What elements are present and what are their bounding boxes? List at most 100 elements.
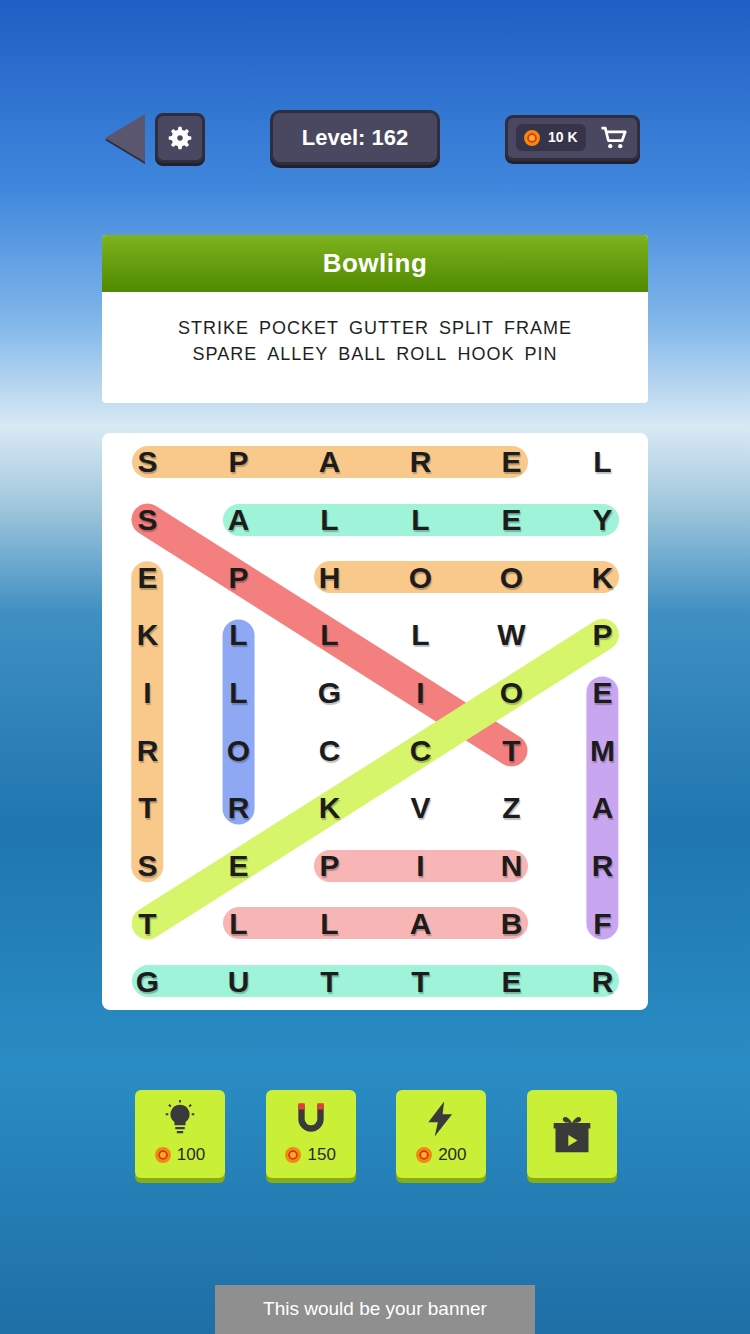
grid-letter[interactable]: R: [557, 837, 648, 895]
grid-letter[interactable]: I: [102, 664, 193, 722]
grid-letter[interactable]: T: [375, 952, 466, 1010]
word-list-card: BowlingSTRIKEPOCKETGUTTERSPLITFRAMESPARE…: [102, 235, 648, 403]
target-word: SPARE: [193, 342, 258, 366]
letter-grid-board: SPARELSALLEYEPHOOKKLLLWPILGIOEROCCTMTRKV…: [102, 433, 648, 1010]
grid-letter[interactable]: E: [557, 664, 648, 722]
grid-letter[interactable]: R: [557, 952, 648, 1010]
magnet-button[interactable]: 150: [266, 1090, 356, 1178]
letter-grid: SPARELSALLEYEPHOOKKLLLWPILGIOEROCCTMTRKV…: [102, 433, 648, 1010]
target-word: SPLIT: [439, 316, 494, 340]
power-up-cost: 100: [155, 1142, 205, 1168]
grid-letter[interactable]: H: [284, 548, 375, 606]
coin-icon: [416, 1147, 432, 1163]
grid-letter[interactable]: O: [466, 664, 557, 722]
magnet-icon: [292, 1100, 330, 1138]
grid-letter[interactable]: L: [284, 606, 375, 664]
grid-letter[interactable]: L: [284, 491, 375, 549]
grid-letter[interactable]: L: [557, 433, 648, 491]
category-title: Bowling: [102, 235, 648, 292]
settings-button[interactable]: [155, 113, 205, 163]
grid-letter[interactable]: E: [466, 952, 557, 1010]
target-word: ROLL: [396, 342, 447, 366]
grid-letter[interactable]: R: [102, 721, 193, 779]
word-list-line: SPAREALLEYBALLROLLHOOKPIN: [193, 342, 558, 366]
grid-letter[interactable]: L: [375, 606, 466, 664]
target-word: POCKET: [259, 316, 339, 340]
video-button[interactable]: [527, 1090, 617, 1178]
target-word: HOOK: [457, 342, 514, 366]
grid-letter[interactable]: N: [466, 837, 557, 895]
grid-letter[interactable]: I: [375, 664, 466, 722]
grid-letter[interactable]: L: [375, 491, 466, 549]
grid-letter[interactable]: L: [193, 664, 284, 722]
grid-letter[interactable]: L: [193, 895, 284, 953]
grid-letter[interactable]: C: [284, 721, 375, 779]
grid-letter[interactable]: T: [102, 779, 193, 837]
found-word-highlight: [132, 561, 164, 882]
grid-letter[interactable]: W: [466, 606, 557, 664]
grid-letter[interactable]: B: [466, 895, 557, 953]
grid-letter[interactable]: T: [466, 721, 557, 779]
grid-letter[interactable]: V: [375, 779, 466, 837]
grid-letter[interactable]: T: [102, 895, 193, 953]
grid-letter[interactable]: R: [375, 433, 466, 491]
grid-letter[interactable]: K: [102, 606, 193, 664]
grid-letter[interactable]: G: [102, 952, 193, 1010]
found-word-highlight: [223, 907, 528, 939]
power-up-cost: 150: [285, 1142, 335, 1168]
target-word: FRAME: [504, 316, 572, 340]
word-list-line: STRIKEPOCKETGUTTERSPLITFRAME: [178, 316, 572, 340]
grid-letter[interactable]: K: [557, 548, 648, 606]
power-up-bar: 100 150 200: [0, 1090, 750, 1178]
grid-letter[interactable]: A: [557, 779, 648, 837]
grid-letter[interactable]: F: [557, 895, 648, 953]
coin-shop-button[interactable]: 10 K: [505, 115, 640, 161]
cost-amount: 150: [307, 1142, 335, 1168]
bolt-button[interactable]: 200: [396, 1090, 486, 1178]
ad-banner[interactable]: This would be your banner: [215, 1285, 535, 1334]
top-bar: Level: 162 10 K: [0, 110, 750, 165]
found-word-highlight: [314, 561, 619, 593]
grid-letter[interactable]: P: [557, 606, 648, 664]
grid-letter[interactable]: A: [284, 433, 375, 491]
back-arrow-icon[interactable]: [105, 114, 145, 162]
grid-letter[interactable]: L: [284, 895, 375, 953]
grid-letter[interactable]: R: [193, 779, 284, 837]
grid-letter[interactable]: O: [375, 548, 466, 606]
video-icon: [550, 1112, 594, 1156]
grid-letter[interactable]: S: [102, 433, 193, 491]
grid-letter[interactable]: E: [193, 837, 284, 895]
grid-letter[interactable]: A: [375, 895, 466, 953]
grid-letter[interactable]: T: [284, 952, 375, 1010]
found-highlights: [102, 433, 648, 1010]
grid-letter[interactable]: P: [284, 837, 375, 895]
power-up-cost: 200: [416, 1142, 466, 1168]
grid-letter[interactable]: C: [375, 721, 466, 779]
grid-letter[interactable]: S: [102, 837, 193, 895]
coin-icon: [155, 1147, 171, 1163]
grid-letter[interactable]: P: [193, 433, 284, 491]
grid-letter[interactable]: S: [102, 491, 193, 549]
grid-letter[interactable]: E: [102, 548, 193, 606]
grid-letter[interactable]: Y: [557, 491, 648, 549]
grid-letter[interactable]: G: [284, 664, 375, 722]
grid-letter[interactable]: U: [193, 952, 284, 1010]
grid-letter[interactable]: O: [466, 548, 557, 606]
target-word: GUTTER: [349, 316, 429, 340]
grid-letter[interactable]: K: [284, 779, 375, 837]
grid-letter[interactable]: E: [466, 491, 557, 549]
grid-letter[interactable]: L: [193, 606, 284, 664]
level-label: Level: 162: [270, 110, 440, 165]
hint-icon: [161, 1100, 199, 1138]
grid-letter[interactable]: A: [193, 491, 284, 549]
grid-letter[interactable]: P: [193, 548, 284, 606]
grid-letter[interactable]: M: [557, 721, 648, 779]
grid-letter[interactable]: E: [466, 433, 557, 491]
word-list: STRIKEPOCKETGUTTERSPLITFRAMESPAREALLEYBA…: [102, 292, 648, 403]
cart-icon: [599, 123, 629, 153]
grid-letter[interactable]: Z: [466, 779, 557, 837]
grid-letter[interactable]: I: [375, 837, 466, 895]
cost-amount: 200: [438, 1142, 466, 1168]
grid-letter[interactable]: O: [193, 721, 284, 779]
hint-button[interactable]: 100: [135, 1090, 225, 1178]
